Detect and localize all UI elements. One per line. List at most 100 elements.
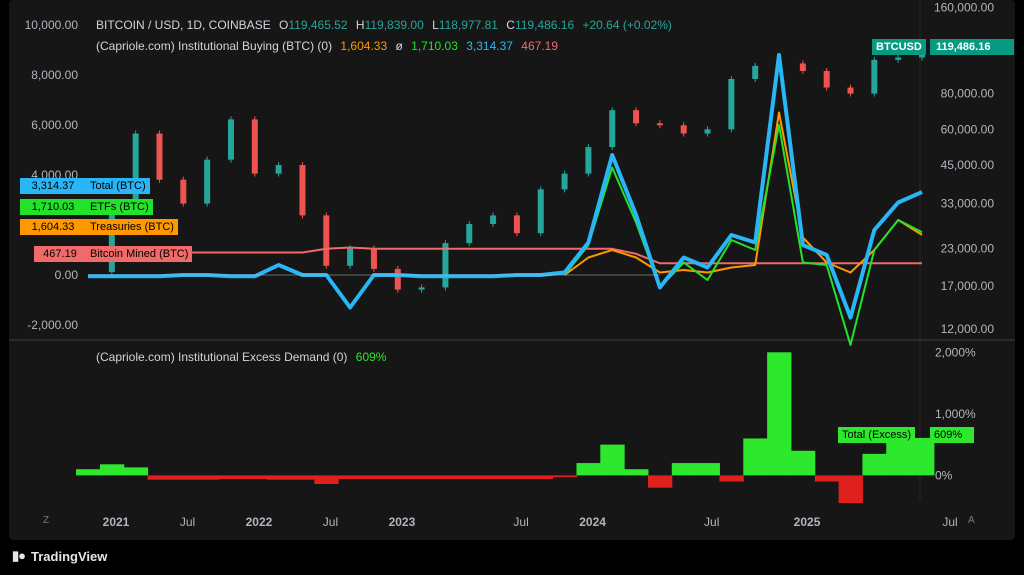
price-candle xyxy=(561,173,568,190)
price-candle xyxy=(251,119,258,174)
excess-bar xyxy=(910,437,935,476)
chart-canvas[interactable]: 10,000.008,000.006,000.004,000.000.00-2,… xyxy=(0,0,1024,575)
treasury-value-badge: 1,604.33 xyxy=(20,219,86,235)
indicator1-treasury-value: 1,604.33 xyxy=(340,39,388,53)
indicator2-value: 609% xyxy=(355,350,387,364)
excess-bar xyxy=(695,463,720,476)
x-axis-tick: Jul xyxy=(180,515,195,529)
price-candle xyxy=(895,57,902,60)
price-candle xyxy=(680,125,687,134)
excess-bar xyxy=(171,475,196,480)
lower-axis-tick: 2,000% xyxy=(935,345,976,359)
excess-bar xyxy=(362,475,387,480)
price-candle xyxy=(180,179,187,204)
excess-bar xyxy=(528,475,554,480)
indicator1-total-value: 3,314.37 xyxy=(466,39,513,53)
mined-label-badge: Bitcoin Mined (BTC) xyxy=(86,246,193,262)
price-candle xyxy=(299,165,306,216)
treasury-label-badge: Treasuries (BTC) xyxy=(86,219,178,235)
price-candle xyxy=(847,87,854,94)
x-axis-tick: Jul xyxy=(942,515,957,529)
excess-bar xyxy=(838,475,863,504)
excess-bar xyxy=(719,475,744,482)
price-candle xyxy=(513,215,520,234)
excess-bar xyxy=(219,475,244,480)
left-axis-tick: 10,000.00 xyxy=(25,18,79,32)
excess-bar xyxy=(743,438,768,476)
indicator1-legend[interactable]: (Capriole.com) Institutional Buying (BTC… xyxy=(96,39,563,53)
excess-bar xyxy=(242,475,268,480)
low-label: L xyxy=(432,18,439,32)
excess-bar xyxy=(552,475,577,478)
change-value: +20.64 (+0.02%) xyxy=(582,18,672,32)
excess-bar xyxy=(195,475,220,480)
axes: 10,000.008,000.006,000.004,000.000.00-2,… xyxy=(25,1,995,529)
price-candle xyxy=(204,159,211,204)
open-value: 119,465.52 xyxy=(288,18,348,32)
mined-value-badge: 467.19 xyxy=(34,246,86,262)
etf-value-badge: 1,710.03 xyxy=(20,199,86,215)
right-axis-tick: 45,000.00 xyxy=(941,158,995,172)
total-value-badge: 3,314.37 xyxy=(20,178,86,194)
indicator2-legend[interactable]: (Capriole.com) Institutional Excess Dema… xyxy=(96,350,391,364)
left-axis-tick: -2,000.00 xyxy=(27,318,78,332)
excess-bar xyxy=(338,475,363,480)
price-candle xyxy=(823,70,830,88)
price-candle xyxy=(466,223,473,244)
excess-bar xyxy=(814,475,840,482)
excess-bar xyxy=(409,475,435,480)
zoom-corner-button[interactable]: Z xyxy=(43,515,49,526)
lower-axis-tick: 0% xyxy=(935,468,953,482)
price-candle xyxy=(656,123,663,126)
x-axis-tick: 2021 xyxy=(103,515,130,529)
symbol-title[interactable]: BITCOIN / USD, 1D, COINBASE xyxy=(96,18,271,32)
right-axis-tick: 17,000.00 xyxy=(941,279,995,293)
price-candle xyxy=(156,133,163,180)
excess-bar xyxy=(790,450,816,476)
x-axis-tick: Jul xyxy=(704,515,719,529)
x-axis-tick: 2023 xyxy=(389,515,416,529)
high-label: H xyxy=(355,18,365,32)
excess-bar xyxy=(433,475,458,480)
indicator-series xyxy=(88,53,923,346)
excess-bar xyxy=(457,475,482,480)
price-symbol-badge: BTCUSD xyxy=(872,39,926,55)
tradingview-logo[interactable]: ▮● TradingView xyxy=(12,548,107,564)
excess-bar xyxy=(481,475,506,480)
price-candle xyxy=(227,119,234,160)
price-value-badge: 119,486.16 xyxy=(930,39,1014,55)
auto-scale-button[interactable]: A xyxy=(968,515,975,526)
x-axis-tick: Jul xyxy=(513,515,528,529)
excess-value-badge: 609% xyxy=(930,427,974,443)
excess-bar xyxy=(600,444,625,476)
close-value: 119,486.16 xyxy=(514,18,575,32)
left-axis-tick: 0.00 xyxy=(55,268,79,282)
excess-bar xyxy=(123,467,149,476)
total-label-badge: Total (BTC) xyxy=(86,178,150,194)
excess-bar xyxy=(624,469,649,476)
close-label: C xyxy=(506,18,515,32)
x-axis-tick: 2025 xyxy=(794,515,821,529)
indicator1-symbol: ø xyxy=(395,39,403,53)
excess-label-badge: Total (Excess) xyxy=(838,427,916,443)
price-candle xyxy=(633,110,640,124)
open-label: O xyxy=(279,18,289,32)
indicator1-etf-value: 1,710.03 xyxy=(411,39,458,53)
right-axis-tick: 12,000.00 xyxy=(941,322,995,336)
price-candle xyxy=(394,268,401,290)
price-candle xyxy=(799,63,806,71)
excess-bar xyxy=(576,463,601,476)
low-value: 118,977.81 xyxy=(438,18,498,32)
price-candle xyxy=(752,65,759,79)
etf-line xyxy=(563,124,923,346)
total-line xyxy=(88,53,923,320)
high-value: 119,839.00 xyxy=(364,18,424,32)
excess-bar xyxy=(385,475,411,480)
x-axis-tick: 2024 xyxy=(579,515,606,529)
price-candle xyxy=(490,215,497,224)
price-candle xyxy=(323,215,330,266)
excess-bar xyxy=(767,352,792,476)
indicator2-title: (Capriole.com) Institutional Excess Dema… xyxy=(96,350,348,364)
price-candle xyxy=(418,287,425,290)
excess-bar xyxy=(99,464,125,476)
